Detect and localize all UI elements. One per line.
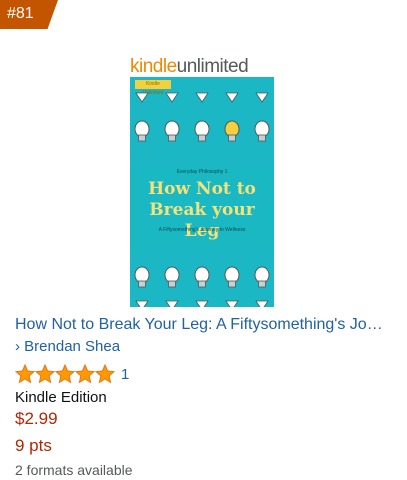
light-bulb-icon xyxy=(164,266,180,288)
light-bulb-icon xyxy=(194,266,210,288)
star-icon xyxy=(34,364,56,384)
kindle-unlimited-logo: kindleunlimited xyxy=(130,56,249,77)
light-bulb-icon xyxy=(165,300,179,307)
light-bulb-icon xyxy=(224,120,240,142)
star-rating xyxy=(15,364,115,384)
light-bulb-icon xyxy=(194,120,210,142)
light-bulb-icon xyxy=(225,92,239,103)
kindle-unlimited-tag: Kindle Unlimited xyxy=(135,80,171,96)
star-icon xyxy=(94,364,115,384)
light-bulb-icon xyxy=(255,92,269,103)
light-bulb-icon xyxy=(195,92,209,103)
rating-count[interactable]: 1 xyxy=(121,366,129,383)
star-icon xyxy=(54,364,76,384)
light-bulb-icon xyxy=(135,300,149,307)
light-bulb-icon xyxy=(134,120,150,142)
star-icon xyxy=(74,364,96,384)
formats-available: 2 formats available xyxy=(15,462,133,478)
light-bulb-icon xyxy=(254,266,270,288)
points: 9 pts xyxy=(15,436,52,455)
format-label: Kindle Edition xyxy=(15,389,107,406)
rating[interactable]: 1 xyxy=(15,364,129,384)
light-bulb-icon xyxy=(195,300,209,307)
cover-series: Everyday Philosophy 1 xyxy=(176,169,228,175)
light-bulb-icon xyxy=(224,266,240,288)
author-name: Brendan Shea xyxy=(24,338,121,355)
light-bulb-icon xyxy=(164,120,180,142)
rank-label: #81 xyxy=(7,5,34,22)
book-cover[interactable]: kindleunlimited Kindle Unlimited Everyda… xyxy=(130,50,274,307)
cover-title-block: Everyday Philosophy 1 How Not to Break y… xyxy=(130,169,274,253)
cover-subtitle: A Fiftysomething's Journey to Wellness xyxy=(158,227,246,233)
product-title-link[interactable]: How Not to Break Your Leg: A Fiftysometh… xyxy=(15,316,390,334)
cover-art: Kindle Unlimited Everyday Philosophy 1 H… xyxy=(130,77,274,307)
author-link[interactable]: › Brendan Shea xyxy=(15,338,120,355)
bulb-row-top xyxy=(130,91,274,151)
light-bulb-icon xyxy=(135,92,149,103)
light-bulb-icon xyxy=(165,92,179,103)
light-bulb-icon xyxy=(134,266,150,288)
star-icon xyxy=(15,364,36,384)
light-bulb-icon xyxy=(254,120,270,142)
price: $2.99 xyxy=(15,409,58,428)
rank-badge: #81 xyxy=(0,0,58,29)
author-chevron-icon: › xyxy=(15,338,20,355)
light-bulb-icon xyxy=(255,300,269,307)
light-bulb-icon xyxy=(225,300,239,307)
bulb-row-bottom xyxy=(130,265,274,307)
